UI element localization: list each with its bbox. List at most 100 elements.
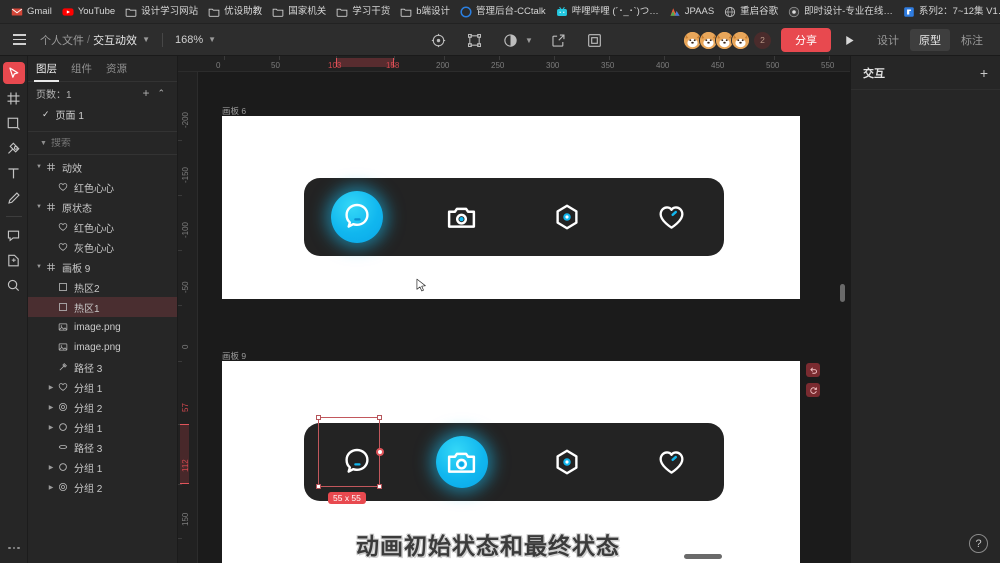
interaction-connector-dot[interactable]	[376, 448, 384, 456]
add-page-button[interactable]: +	[138, 86, 153, 100]
bookmark-item[interactable]: 优设助教	[203, 2, 267, 22]
play-icon[interactable]	[843, 34, 856, 47]
chevron-down-icon[interactable]: ▼	[34, 204, 44, 210]
canvas-vertical-scrollbar[interactable]	[840, 284, 845, 302]
layer-row[interactable]: image.png	[28, 337, 177, 357]
page-item-1[interactable]: ✓ 页面 1	[28, 104, 177, 125]
bookmark-item[interactable]: 学习干货	[331, 2, 395, 22]
comment-tool[interactable]	[3, 224, 25, 246]
chevron-right-icon[interactable]: ▶	[46, 384, 56, 391]
add-interaction-button[interactable]: +	[980, 66, 988, 80]
layer-row[interactable]: ▶ 分组 2	[28, 477, 177, 497]
chevron-right-icon[interactable]: ▶	[46, 424, 56, 431]
breadcrumb-parent[interactable]: 个人文件	[40, 32, 84, 48]
bookmark-item[interactable]: 设计学习网站	[120, 2, 203, 22]
bookmark-item[interactable]: 即时设计-专业在线…	[783, 2, 898, 22]
brush-tool[interactable]	[3, 187, 25, 209]
bookmark-item[interactable]: 重启谷歌	[719, 2, 783, 22]
avatar[interactable]	[731, 30, 750, 50]
heart-slot-6[interactable]	[642, 187, 702, 247]
mode-tab[interactable]: 原型	[910, 29, 950, 51]
mode-tab[interactable]: 设计	[868, 29, 908, 51]
resize-handle-nw[interactable]	[316, 415, 321, 420]
frame-icon	[44, 202, 58, 212]
cursor-tool[interactable]	[2, 62, 25, 84]
layer-row[interactable]: ▼ 动效	[28, 157, 177, 177]
dark-circle-icon	[788, 6, 800, 18]
layers-tab[interactable]: 组件	[71, 56, 92, 82]
layer-row[interactable]: 热区2	[28, 277, 177, 297]
component-tool[interactable]	[3, 249, 25, 271]
pen-tool[interactable]	[3, 137, 25, 159]
layer-row[interactable]: ▶ 分组 1	[28, 417, 177, 437]
bookmark-item[interactable]: Gmail	[6, 2, 57, 22]
layer-row[interactable]: 路径 3	[28, 357, 177, 377]
hexagon-slot-6[interactable]	[537, 187, 597, 247]
bookmark-item[interactable]: 哔哩哔哩 (´･_･`)つ…	[551, 2, 664, 22]
layer-row[interactable]: 灰色心心	[28, 237, 177, 257]
heart-slot-9[interactable]	[642, 432, 702, 492]
chevron-right-icon[interactable]: ▶	[46, 404, 56, 411]
resize-handle-sw[interactable]	[316, 484, 321, 489]
resize-handle-ne[interactable]	[377, 415, 382, 420]
rectangle-tool[interactable]	[3, 112, 25, 134]
camera-slot-9[interactable]	[432, 432, 492, 492]
export-icon[interactable]	[549, 30, 569, 50]
layer-row[interactable]: 红色心心	[28, 217, 177, 237]
bookmark-item[interactable]: JPAAS	[664, 2, 719, 22]
reset-interaction-button[interactable]	[806, 383, 820, 397]
chevron-right-icon[interactable]: ▶	[46, 464, 56, 471]
layer-row[interactable]: ▶ 分组 2	[28, 397, 177, 417]
layers-tab[interactable]: 图层	[34, 56, 59, 82]
resize-handle-se[interactable]	[377, 484, 382, 489]
artboard-6[interactable]	[222, 116, 800, 299]
layers-tab[interactable]: 资源	[106, 56, 127, 82]
breadcrumb-current[interactable]: 交互动效	[93, 32, 137, 48]
frame-tool[interactable]	[3, 87, 25, 109]
bookmark-item[interactable]: b端设计	[395, 2, 455, 22]
share-button[interactable]: 分享	[781, 28, 831, 52]
search-filter-chevron-down-icon[interactable]: ▼	[40, 140, 47, 147]
contrast-menu[interactable]: ▼	[500, 30, 533, 50]
bookmark-item[interactable]: YouTube	[57, 2, 120, 22]
vertical-ruler[interactable]: -200 -150 -100 -50 0 57 112 150	[178, 72, 198, 563]
chevron-down-icon[interactable]: ▼	[34, 164, 44, 170]
text-tool[interactable]	[3, 162, 25, 184]
layer-row[interactable]: ▼ 原状态	[28, 197, 177, 217]
square-icon	[56, 302, 70, 312]
layer-row[interactable]: ▶ 分组 1	[28, 457, 177, 477]
frame-transform-icon[interactable]	[464, 30, 484, 50]
artboard-9[interactable]: 55 x 55 动画初始状态和最终状态	[222, 361, 800, 563]
chevron-down-icon[interactable]: ▼	[34, 264, 44, 270]
canvas-horizontal-scrollbar[interactable]	[684, 554, 722, 559]
hamburger-icon[interactable]	[4, 24, 34, 56]
horizontal-ruler[interactable]: 0 50 103 158 200 250 300 350 400 450 500 550	[178, 56, 850, 72]
nested-frame-icon[interactable]	[585, 30, 605, 50]
layer-row[interactable]: ▼ 画板 9	[28, 257, 177, 277]
collaborators-overflow-badge[interactable]: 2	[754, 31, 771, 49]
layer-row[interactable]: ▶ 分组 1	[28, 377, 177, 397]
bookmark-item[interactable]: 管理后台-CCtalk	[455, 2, 551, 22]
layer-row[interactable]: image.png	[28, 317, 177, 337]
camera-slot-6[interactable]	[432, 187, 492, 247]
chevron-down-icon[interactable]: ▼	[142, 35, 150, 44]
hexagon-slot-9[interactable]	[537, 432, 597, 492]
chat-bubble-slot-6[interactable]	[327, 187, 387, 247]
layer-row[interactable]: 热区1	[28, 297, 177, 317]
layer-search-row[interactable]: ▼ ⌃	[28, 131, 194, 155]
bookmark-item[interactable]: 国家机关	[267, 2, 331, 22]
undo-interaction-button[interactable]	[806, 363, 820, 377]
chevron-right-icon[interactable]: ▶	[46, 484, 56, 491]
search-input[interactable]	[50, 137, 183, 149]
mode-tab[interactable]: 标注	[952, 29, 992, 51]
more-tools-icon[interactable]	[0, 546, 28, 549]
search-tool[interactable]	[3, 274, 25, 296]
canvas-area[interactable]: 0 50 103 158 200 250 300 350 400 450 500 550 -200 -1…	[178, 56, 850, 563]
help-button[interactable]: ?	[969, 534, 988, 553]
zoom-level-selector[interactable]: 168% ▼	[175, 34, 216, 46]
bookmark-item[interactable]: 系列2：7~12集 V1…	[898, 2, 1000, 22]
anchor-target-icon[interactable]	[428, 30, 448, 50]
collapse-pages-icon[interactable]: ⌃	[153, 88, 169, 99]
layer-row[interactable]: 红色心心	[28, 177, 177, 197]
layer-row[interactable]: 路径 3	[28, 437, 177, 457]
